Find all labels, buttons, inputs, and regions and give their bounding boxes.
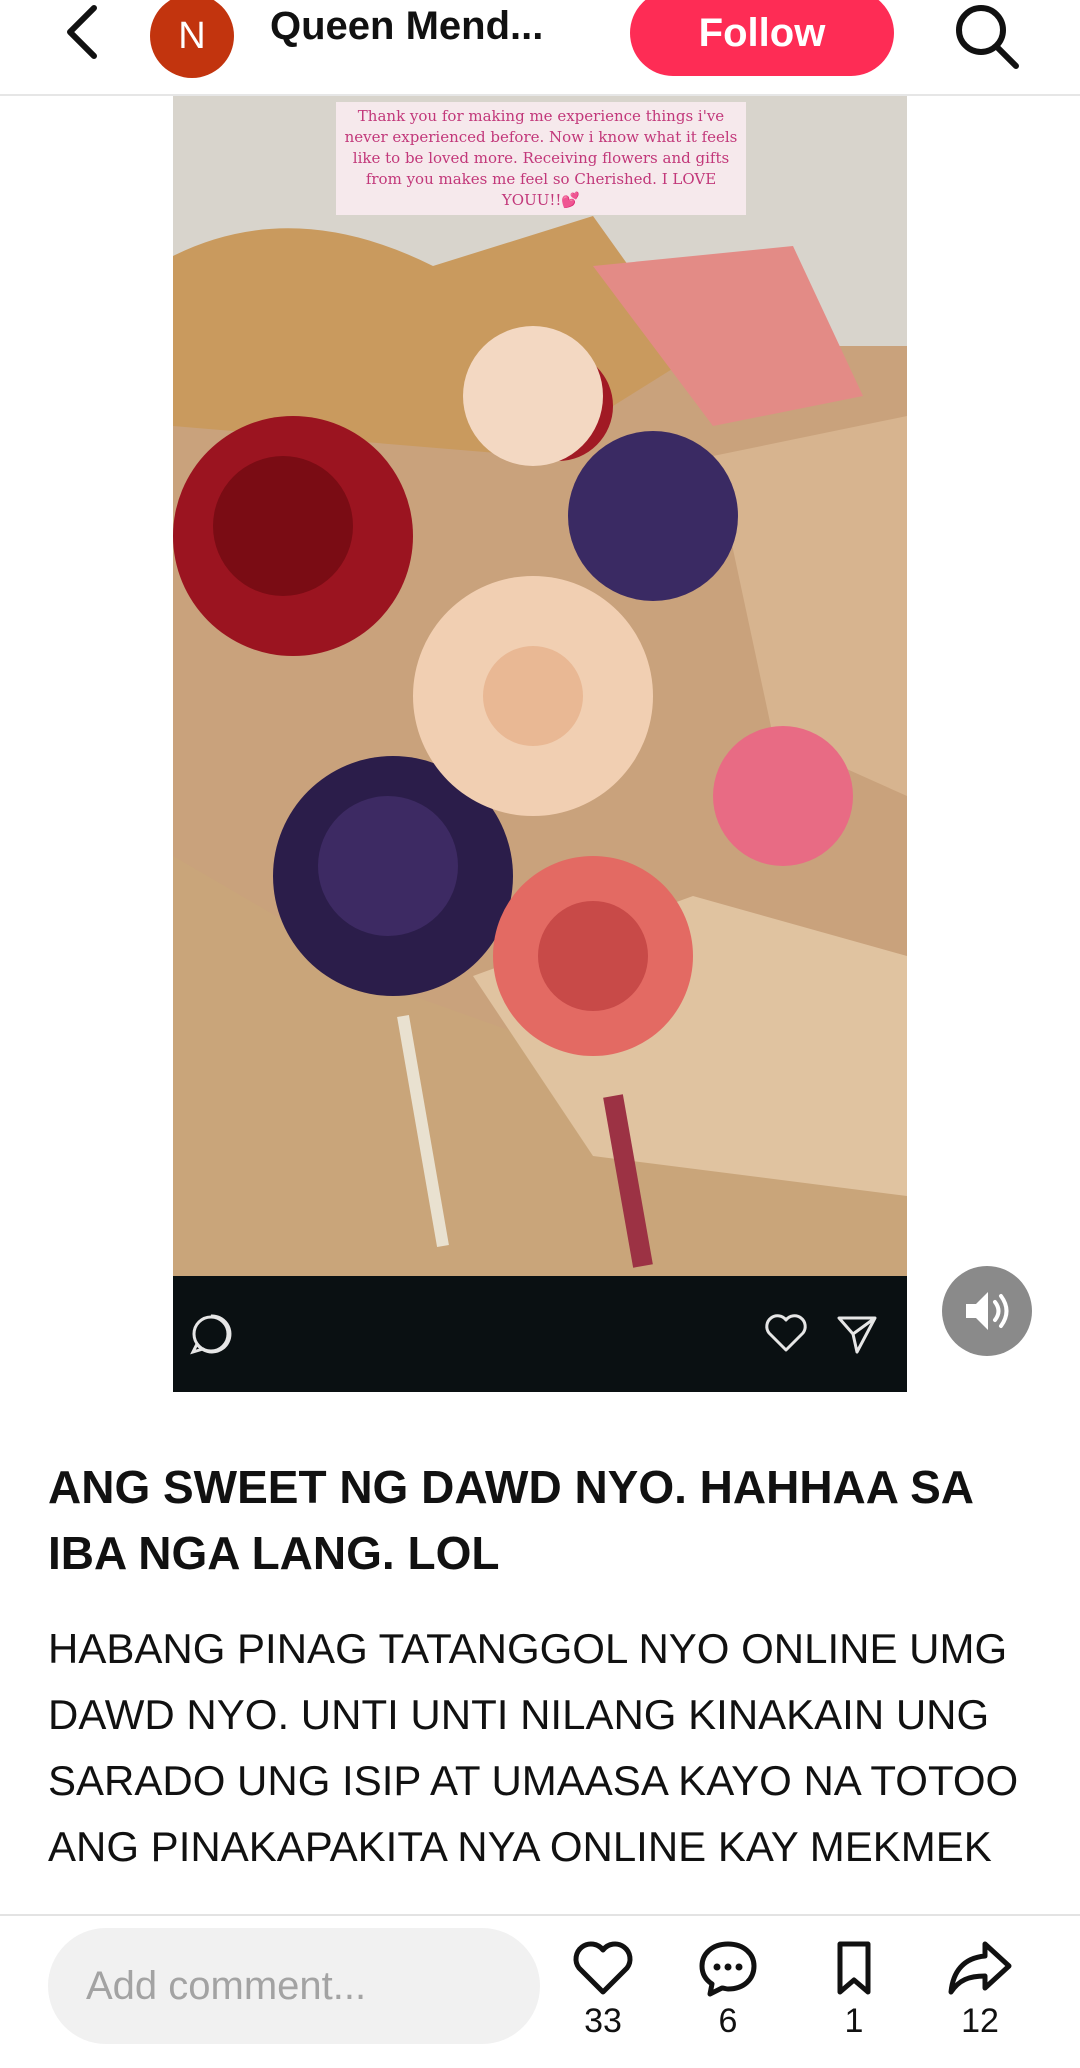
follow-button[interactable]: Follow	[630, 0, 894, 76]
like-button[interactable]: 33	[553, 1938, 653, 2058]
save-count: 1	[844, 2002, 864, 2040]
share-count: 12	[961, 2002, 999, 2040]
search-icon	[956, 5, 1019, 69]
story-caption-overlay: Thank you for making me experience thing…	[336, 102, 746, 215]
comment-button[interactable]: 6	[678, 1938, 778, 2058]
heart-icon	[765, 1314, 807, 1352]
bookmark-icon	[837, 1941, 871, 1995]
share-button[interactable]: 12	[930, 1938, 1030, 2058]
share-arrow-icon	[948, 1941, 1012, 1995]
back-button[interactable]	[56, 2, 116, 62]
top-header: N Queen Mend... Follow	[0, 0, 1080, 96]
bottom-action-bar: 33 6 1 12	[0, 1914, 1080, 2068]
send-icon	[837, 1316, 877, 1354]
avatar[interactable]: N	[150, 0, 234, 78]
speaker-icon	[966, 1292, 1009, 1330]
post-body[interactable]: HABANG PINAG TATANGGOL NYO ONLINE UMG DA…	[48, 1616, 1028, 1914]
username[interactable]: Queen Mend...	[270, 4, 590, 49]
flower-bouquet-photo	[173, 96, 907, 1276]
comment-input[interactable]	[48, 1928, 540, 2044]
post-title: ANG SWEET NG DAWD NYO. HAHHAA SA IBA NGA…	[48, 1461, 973, 1579]
comment-count: 6	[718, 2002, 738, 2040]
search-button[interactable]	[950, 0, 1022, 72]
post-media[interactable]: Thank you for making me experience thing…	[173, 96, 907, 1392]
like-count: 33	[584, 2002, 622, 2040]
sound-toggle-button[interactable]	[942, 1266, 1032, 1356]
heart-icon	[573, 1941, 633, 1995]
chevron-left-icon	[67, 5, 97, 59]
comment-bubble-icon	[190, 1314, 232, 1355]
comment-bubble-icon	[699, 1941, 757, 1997]
save-button[interactable]: 1	[804, 1938, 904, 2058]
story-action-bar	[173, 1276, 907, 1392]
